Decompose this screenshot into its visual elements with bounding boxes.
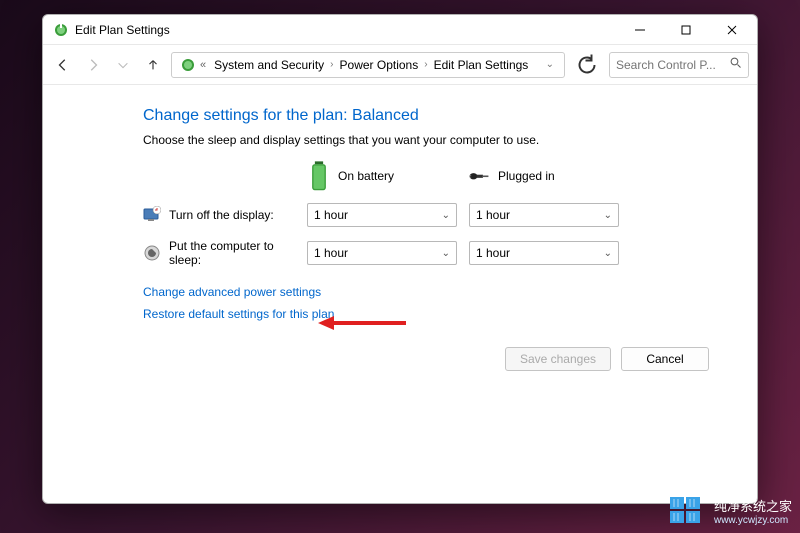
battery-icon	[308, 165, 330, 187]
forward-button[interactable]	[81, 53, 105, 77]
chevron-down-icon: ⌄	[442, 210, 450, 221]
watermark-url: www.ycwjzy.com	[714, 515, 792, 526]
sleep-setting-label: Put the computer to sleep:	[169, 239, 307, 267]
sleep-setting-row: Put the computer to sleep: 1 hour ⌄ 1 ho…	[143, 239, 729, 267]
display-battery-value: 1 hour	[314, 208, 348, 222]
sleep-icon	[143, 244, 161, 262]
column-headers: On battery Plugged in	[143, 165, 729, 187]
breadcrumb-root-chevron[interactable]: «	[200, 59, 206, 71]
plugged-column-header: Plugged in	[468, 165, 628, 187]
search-input[interactable]	[616, 58, 726, 72]
display-plugged-value: 1 hour	[476, 208, 510, 222]
minimize-button[interactable]	[617, 15, 663, 45]
power-options-icon	[53, 22, 69, 38]
display-icon	[143, 206, 161, 224]
cancel-button[interactable]: Cancel	[621, 347, 709, 371]
display-battery-dropdown[interactable]: 1 hour ⌄	[307, 203, 457, 227]
chevron-down-icon: ⌄	[604, 248, 612, 259]
battery-column-header: On battery	[308, 165, 468, 187]
refresh-button[interactable]	[575, 53, 599, 77]
sleep-battery-value: 1 hour	[314, 246, 348, 260]
sleep-battery-dropdown[interactable]: 1 hour ⌄	[307, 241, 457, 265]
search-icon	[730, 57, 742, 72]
close-button[interactable]	[709, 15, 755, 45]
chevron-down-icon: ⌄	[604, 210, 612, 221]
chevron-down-icon: ⌄	[442, 248, 450, 259]
page-subtext: Choose the sleep and display settings th…	[143, 133, 729, 147]
sleep-plugged-value: 1 hour	[476, 246, 510, 260]
plugged-column-label: Plugged in	[498, 169, 555, 183]
toolbar: « System and Security › Power Options › …	[43, 45, 757, 85]
display-plugged-dropdown[interactable]: 1 hour ⌄	[469, 203, 619, 227]
maximize-button[interactable]	[663, 15, 709, 45]
display-setting-row: Turn off the display: 1 hour ⌄ 1 hour ⌄	[143, 203, 729, 227]
chevron-right-icon: ›	[422, 59, 429, 70]
recent-dropdown[interactable]	[111, 53, 135, 77]
breadcrumb-icon	[180, 57, 196, 73]
advanced-settings-link[interactable]: Change advanced power settings	[143, 285, 729, 299]
sleep-plugged-dropdown[interactable]: 1 hour ⌄	[469, 241, 619, 265]
display-setting-label: Turn off the display:	[169, 208, 307, 222]
page-heading: Change settings for the plan: Balanced	[143, 107, 729, 125]
watermark-name: 纯净系统之家	[714, 496, 792, 515]
plug-icon	[468, 165, 490, 187]
watermark: 纯净系统之家 www.ycwjzy.com	[668, 495, 792, 527]
breadcrumb-dropdown[interactable]: ⌄	[544, 59, 560, 70]
titlebar: Edit Plan Settings	[43, 15, 757, 45]
restore-defaults-link[interactable]: Restore default settings for this plan	[143, 307, 729, 321]
button-row: Save changes Cancel	[143, 347, 729, 371]
content-area: Change settings for the plan: Balanced C…	[43, 85, 757, 503]
breadcrumb-item-1[interactable]: Power Options	[336, 58, 423, 72]
breadcrumb-item-2[interactable]: Edit Plan Settings	[430, 58, 533, 72]
watermark-logo-icon	[668, 495, 708, 527]
search-box[interactable]	[609, 52, 749, 78]
up-button[interactable]	[141, 53, 165, 77]
chevron-right-icon: ›	[328, 59, 335, 70]
settings-window: Edit Plan Settings « Syst	[42, 14, 758, 504]
back-button[interactable]	[51, 53, 75, 77]
battery-column-label: On battery	[338, 169, 394, 183]
window-title: Edit Plan Settings	[75, 23, 170, 37]
save-button[interactable]: Save changes	[505, 347, 611, 371]
breadcrumb-item-0[interactable]: System and Security	[210, 58, 328, 72]
breadcrumb[interactable]: « System and Security › Power Options › …	[171, 52, 565, 78]
